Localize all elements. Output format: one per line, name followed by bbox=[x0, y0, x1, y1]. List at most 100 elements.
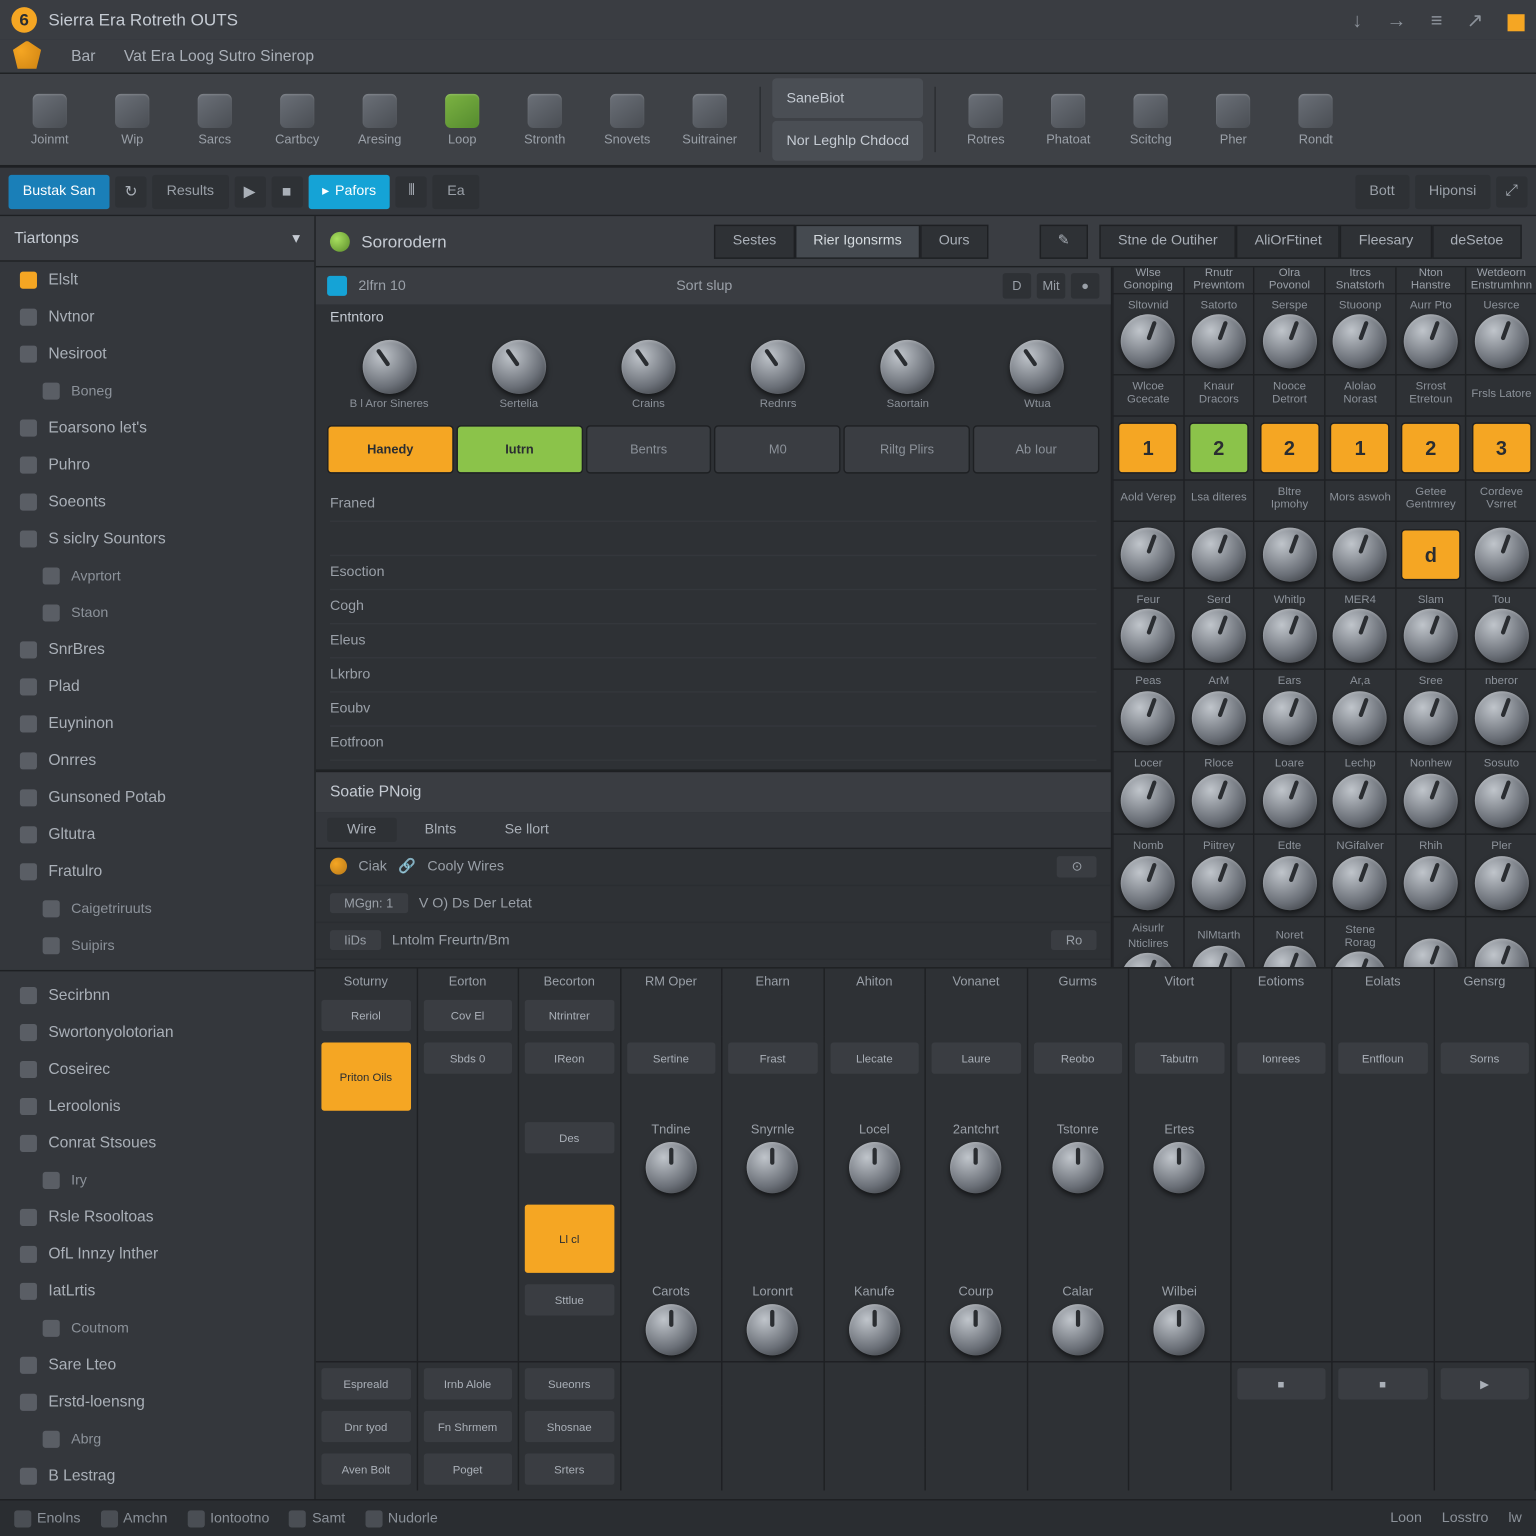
knob-dial[interactable] bbox=[1192, 856, 1246, 910]
knob-dial[interactable] bbox=[645, 1304, 696, 1355]
subtoolbar-hiponsi[interactable]: Hiponsi bbox=[1415, 174, 1491, 208]
step-button[interactable]: Hanedy bbox=[327, 425, 453, 473]
panel-mini-button[interactable]: ● bbox=[1071, 273, 1099, 299]
pad-button[interactable]: 2 bbox=[1401, 422, 1461, 473]
toolbar-suitrainer[interactable]: Suitrainer bbox=[668, 80, 750, 160]
knob-dial[interactable] bbox=[1333, 774, 1387, 828]
knob-dial[interactable] bbox=[1121, 856, 1175, 910]
tab[interactable]: Ours bbox=[920, 224, 988, 258]
lower-tab[interactable]: Blnts bbox=[405, 817, 476, 841]
knob-dial[interactable] bbox=[621, 340, 675, 394]
knob-dial[interactable] bbox=[645, 1142, 696, 1193]
pen-icon[interactable]: ✎ bbox=[1039, 224, 1088, 258]
sidebar-item[interactable]: Erstd-loensng bbox=[0, 1384, 314, 1421]
menu-item[interactable]: Bar bbox=[57, 48, 110, 65]
sidebar-item[interactable]: Soeonts bbox=[0, 484, 314, 521]
target-icon[interactable]: ⊙ bbox=[1057, 856, 1096, 877]
step-button[interactable]: Iutrn bbox=[456, 425, 582, 473]
panel-mini-button[interactable]: Mit bbox=[1037, 273, 1065, 299]
knob-dial[interactable] bbox=[1404, 938, 1458, 967]
knob-dial[interactable] bbox=[1333, 691, 1387, 745]
mixer-footer-button[interactable]: Sueonrs bbox=[525, 1368, 614, 1399]
knob-dial[interactable] bbox=[492, 340, 546, 394]
subtoolbar-bustak san[interactable]: Bustak San bbox=[9, 174, 110, 208]
expand-icon[interactable]: ⤢ bbox=[1496, 176, 1527, 207]
knob-dial[interactable] bbox=[1121, 315, 1175, 369]
knob[interactable]: Sertelia bbox=[457, 340, 581, 411]
pad-button[interactable]: d bbox=[1401, 528, 1461, 579]
knob-dial[interactable] bbox=[1404, 691, 1458, 745]
sidebar-item[interactable]: SnrBres bbox=[0, 631, 314, 668]
sidebar-item[interactable]: B Lestrag bbox=[0, 1458, 314, 1495]
toolbar-cartbcy[interactable]: Cartbcy bbox=[256, 80, 338, 160]
mixer-button[interactable]: Cov El bbox=[423, 1000, 512, 1031]
knob-dial[interactable] bbox=[1474, 691, 1528, 745]
module-header[interactable]: WlseGonoping bbox=[1112, 267, 1183, 293]
module-header[interactable]: ItrcsSnatstorh bbox=[1324, 267, 1395, 293]
sidebar-item[interactable]: Leroolonis bbox=[0, 1088, 314, 1125]
pad-button[interactable]: 1 bbox=[1118, 422, 1178, 473]
track-row[interactable]: Lkrbro bbox=[330, 658, 1097, 692]
toolbar-aresing[interactable]: Aresing bbox=[338, 80, 420, 160]
toolbar-scitchg[interactable]: Scitchg bbox=[1110, 80, 1192, 160]
step-button[interactable]: M0 bbox=[715, 425, 841, 473]
toolbar-wide-button[interactable]: Nor Leghlp Chdocd bbox=[772, 121, 923, 161]
status-item-right[interactable]: lw bbox=[1508, 1510, 1521, 1526]
module-header[interactable]: NtonHanstre bbox=[1395, 267, 1466, 293]
sidebar-item[interactable]: Euyninon bbox=[0, 705, 314, 742]
mixer-button[interactable]: Ionrees bbox=[1237, 1042, 1326, 1073]
mixer-button[interactable]: Reriol bbox=[321, 1000, 410, 1031]
knob-dial[interactable] bbox=[1192, 774, 1246, 828]
arrow-down-icon[interactable]: ↓ bbox=[1352, 8, 1362, 31]
sidebar-item[interactable]: Elslt bbox=[0, 262, 314, 299]
knob[interactable]: Crains bbox=[586, 340, 710, 411]
status-item[interactable]: Nudorle bbox=[365, 1510, 438, 1527]
sidebar-item[interactable]: OfL Innzy lnther bbox=[0, 1236, 314, 1273]
sidebar-item[interactable]: Avprtort bbox=[0, 558, 314, 595]
record-dot-icon[interactable] bbox=[330, 858, 347, 875]
knob-dial[interactable] bbox=[1404, 609, 1458, 663]
sidebar-item[interactable]: Horler Ertennron bbox=[0, 1495, 314, 1499]
knob-dial[interactable] bbox=[1121, 691, 1175, 745]
track-row[interactable]: Cogh bbox=[330, 590, 1097, 624]
mixer-button[interactable]: Sertine bbox=[626, 1042, 715, 1073]
menu-item[interactable]: Vat Era Loog Sutro Sinerop bbox=[110, 48, 329, 65]
knob-dial[interactable] bbox=[1262, 946, 1316, 967]
knob-dial[interactable] bbox=[849, 1304, 900, 1355]
knob-dial[interactable] bbox=[1404, 315, 1458, 369]
knob-dial[interactable] bbox=[747, 1304, 798, 1355]
toolbar-sarcs[interactable]: Sarcs bbox=[174, 80, 256, 160]
sidebar-item[interactable]: Gltutra bbox=[0, 816, 314, 853]
knob[interactable]: B l Aror Sineres bbox=[327, 340, 451, 411]
sidebar-item[interactable]: Conrat Stsoues bbox=[0, 1125, 314, 1162]
sidebar-item[interactable]: Caigetriruuts bbox=[0, 890, 314, 927]
knob-dial[interactable] bbox=[1262, 527, 1316, 581]
sidebar-item[interactable]: Nesiroot bbox=[0, 336, 314, 373]
tab[interactable]: Sestes bbox=[714, 224, 794, 258]
knob-dial[interactable] bbox=[1404, 774, 1458, 828]
knob-dial[interactable] bbox=[1154, 1304, 1205, 1355]
tab[interactable]: Rier Igonsrms bbox=[795, 224, 921, 258]
refresh-icon[interactable]: ↻ bbox=[115, 176, 146, 207]
mixer-button[interactable]: Laure bbox=[932, 1042, 1021, 1073]
pad-button[interactable]: 2 bbox=[1189, 422, 1249, 473]
mixer-button[interactable]: Sttlue bbox=[525, 1284, 614, 1315]
mixer-footer-button[interactable]: Shosnae bbox=[525, 1411, 614, 1442]
subtoolbar-results[interactable]: Results bbox=[152, 174, 228, 208]
knob-dial[interactable] bbox=[1052, 1142, 1103, 1193]
knob-dial[interactable] bbox=[1192, 691, 1246, 745]
mixer-pad[interactable]: Priton Oils bbox=[321, 1042, 410, 1110]
panel-mini-button[interactable]: D bbox=[1003, 273, 1031, 299]
knob-dial[interactable] bbox=[747, 1142, 798, 1193]
knob-dial[interactable] bbox=[1333, 856, 1387, 910]
track-row[interactable]: Franed bbox=[330, 488, 1097, 522]
sidebar-item[interactable]: Coutnom bbox=[0, 1310, 314, 1347]
knob-dial[interactable] bbox=[1333, 609, 1387, 663]
sidebar-item[interactable]: Staon bbox=[0, 594, 314, 631]
status-item[interactable]: Enolns bbox=[14, 1510, 80, 1527]
chip-ids[interactable]: IiDs bbox=[330, 931, 380, 951]
maximize-icon[interactable] bbox=[1508, 14, 1525, 31]
knob[interactable]: Wtua bbox=[975, 340, 1099, 411]
toolbar-rotres[interactable]: Rotres bbox=[945, 80, 1027, 160]
mixer-button[interactable]: Sbds 0 bbox=[423, 1042, 512, 1073]
